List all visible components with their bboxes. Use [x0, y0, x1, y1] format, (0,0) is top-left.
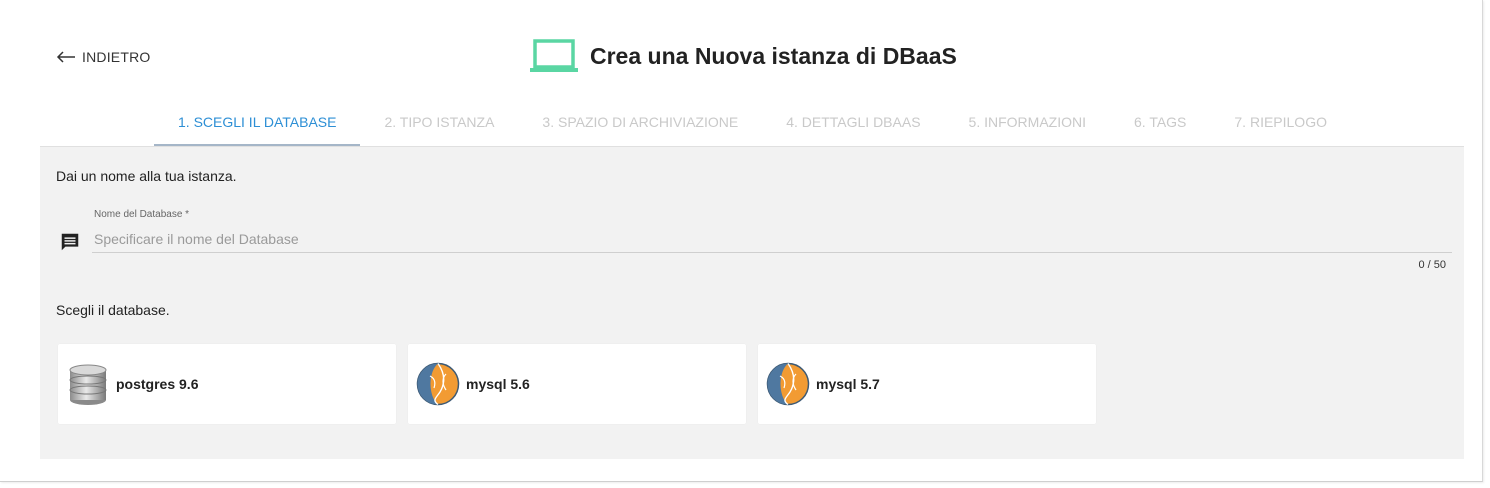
character-counter: 0 / 50 — [1418, 259, 1446, 271]
step-tags[interactable]: 6. TAGS — [1110, 108, 1210, 146]
name-prompt: Dai un nome alla tua istanza. — [56, 168, 237, 184]
back-label: INDIETRO — [82, 49, 151, 65]
database-name-input[interactable] — [92, 226, 1452, 253]
step-content-panel: Dai un nome alla tua istanza. Nome del D… — [40, 146, 1464, 459]
step-dettagli-dbaas[interactable]: 4. DETTAGLI DBAAS — [762, 108, 944, 146]
database-cylinder-icon — [69, 364, 107, 405]
step-scegli-database[interactable]: 1. SCEGLI IL DATABASE — [154, 108, 361, 146]
back-button[interactable]: INDIETRO — [56, 47, 151, 67]
mysql-dolphin-icon — [766, 362, 810, 406]
page-header: Crea una Nuova istanza di DBaaS — [530, 38, 957, 74]
step-tipo-istanza[interactable]: 2. TIPO ISTANZA — [360, 108, 518, 146]
db-option-mysql-5-7[interactable]: mysql 5.7 — [758, 344, 1096, 424]
step-informazioni[interactable]: 5. INFORMAZIONI — [945, 108, 1110, 146]
message-icon — [61, 233, 79, 251]
database-name-label: Nome del Database * — [94, 209, 190, 220]
db-prompt: Scegli il database. — [56, 302, 170, 318]
db-option-name: mysql 5.6 — [466, 376, 530, 392]
db-option-postgres-9-6[interactable]: postgres 9.6 — [58, 344, 396, 424]
mysql-dolphin-icon — [416, 362, 460, 406]
page-title: Crea una Nuova istanza di DBaaS — [590, 42, 957, 69]
db-option-name: postgres 9.6 — [116, 376, 199, 392]
step-riepilogo[interactable]: 7. RIEPILOGO — [1210, 108, 1351, 146]
step-spazio-archiviazione[interactable]: 3. SPAZIO DI ARCHIVIAZIONE — [518, 108, 762, 146]
db-option-name: mysql 5.7 — [816, 376, 880, 392]
wizard-steps: 1. SCEGLI IL DATABASE 2. TIPO ISTANZA 3.… — [154, 108, 1351, 146]
dbaas-wizard-card: INDIETRO Crea una Nuova istanza di DBaaS… — [0, 0, 1483, 482]
arrow-left-icon — [56, 51, 75, 63]
db-option-mysql-5-6[interactable]: mysql 5.6 — [408, 344, 746, 424]
laptop-icon — [530, 39, 578, 72]
